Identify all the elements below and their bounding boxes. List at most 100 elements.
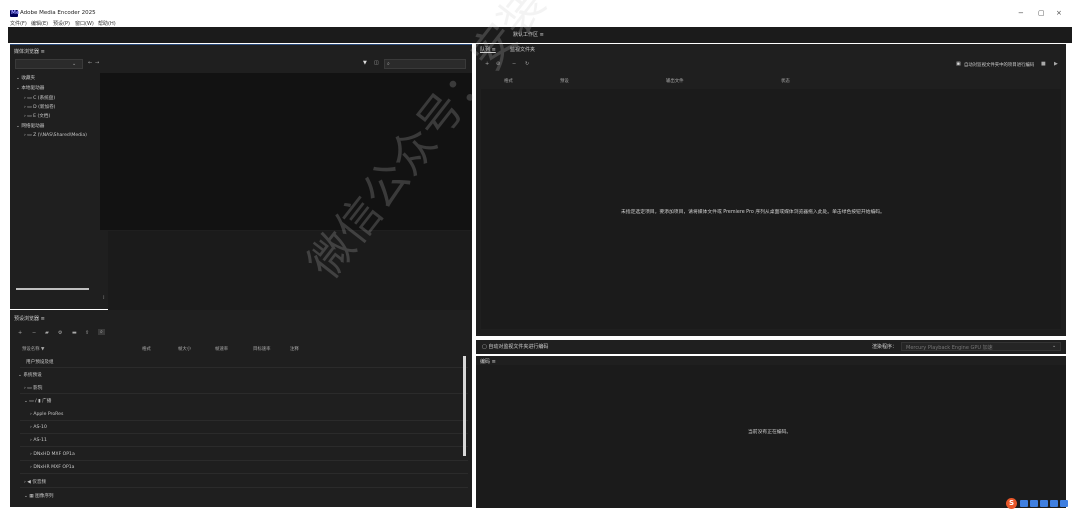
col-preset[interactable]: 预设 (560, 78, 569, 84)
encoding-title[interactable]: 编码 ≡ (480, 358, 496, 365)
chevron-down-icon: ⌄ (72, 61, 77, 67)
list-item[interactable]: › DNxHR MXF OP1a (30, 465, 74, 470)
list-item[interactable]: › Apple ProRes (30, 412, 63, 417)
renderer-select[interactable]: Mercury Playback Engine GPU 加速 ⌄ (901, 342, 1061, 351)
tab-queue[interactable]: 队列 ≡ (480, 46, 496, 53)
row-divider (20, 446, 468, 447)
vertical-scrollbar[interactable] (463, 356, 466, 456)
tree-local-drives[interactable]: ⌄ 本地驱动器 (16, 85, 44, 91)
media-list-area (108, 231, 472, 311)
forward-arrow-icon[interactable]: → (95, 60, 99, 66)
col-format[interactable]: 格式 (504, 78, 513, 84)
menu-preset[interactable]: 预设(P) (53, 20, 70, 27)
col-target-rate[interactable]: 目标速率 (253, 346, 271, 352)
col-status[interactable]: 状态 (781, 78, 790, 84)
location-dropdown[interactable]: ⌄ (15, 59, 83, 69)
col-output-file[interactable]: 输出文件 (666, 78, 684, 84)
encoding-area (476, 365, 1066, 508)
back-arrow-icon[interactable]: ← (88, 60, 92, 66)
menu-bar: 文件(F) 编辑(E) 预设(P) 窗口(W) 帮助(H) (8, 19, 1072, 27)
auto-start-label: 自动对监视文件夹中的项目进行编码 (964, 63, 1035, 68)
list-item[interactable]: › AS-10 (30, 425, 47, 430)
tray-icon[interactable] (1020, 500, 1028, 507)
import-icon[interactable]: ▬ (72, 330, 77, 336)
media-preview-area (100, 73, 472, 230)
list-item[interactable]: 用户预设及组 (26, 359, 54, 365)
workspace-tab[interactable]: 默认工作区 ≡ (513, 31, 544, 38)
remove-preset-icon[interactable]: − (32, 330, 36, 336)
maximize-button[interactable]: ▢ (1038, 9, 1045, 17)
list-item[interactable]: ⌄ 系统预设 (18, 372, 42, 378)
export-icon[interactable]: ⇪ (85, 330, 89, 336)
queue-panel: 队列 ≡ 监视文件夹 + ⊘ − ↻ ▣ 自动对监视文件夹中的项目进行编码 ■ … (476, 44, 1066, 336)
tray-icon[interactable] (1030, 500, 1038, 507)
horizontal-scrollbar[interactable] (16, 288, 89, 290)
menu-window[interactable]: 窗口(W) (75, 20, 94, 27)
tree-favorites[interactable]: ⌄ 收藏夹 (16, 75, 35, 81)
encoding-panel: 编码 ≡ 当前没有正在编码。 (476, 356, 1066, 508)
close-button[interactable]: × (1056, 9, 1062, 17)
list-item[interactable]: ⌄ ▦ 图像序列 (24, 493, 54, 499)
search-icon: ⌕ (387, 61, 390, 67)
search-preset-icon[interactable]: ⌕ (98, 329, 105, 335)
list-item[interactable]: › ◀ 仅音频 (24, 479, 46, 485)
preset-browser-title[interactable]: 预设浏览器 ≡ (14, 315, 45, 322)
chevron-down-icon: ⌄ (1052, 343, 1057, 349)
row-divider (20, 473, 468, 474)
new-group-icon[interactable]: ▰ (45, 330, 49, 336)
folder-tree: ⌄ 收藏夹 ⌄ 本地驱动器 › ▭ C (系统盘) › ▭ D (新加卷) › … (10, 73, 100, 308)
queue-footer: ▢ 自动对监视文件夹进行编码 渲染程序： Mercury Playback En… (476, 340, 1066, 354)
settings-icon[interactable]: ↻ (525, 61, 529, 67)
tree-network-z[interactable]: › ▭ Z (\\NAS\Shared\Media) (24, 133, 87, 138)
stop-icon[interactable]: ■ (1041, 61, 1046, 67)
workspace-bar: 默认工作区 ≡ (8, 27, 1072, 43)
system-tray: S (1006, 498, 1072, 509)
list-item[interactable]: › AS-11 (30, 438, 47, 443)
app-logo-icon: Me (10, 10, 20, 17)
list-item[interactable]: ⌄ ▭ / ▮ 广播 (24, 398, 51, 404)
add-preset-icon[interactable]: + (18, 330, 22, 336)
media-browser-title[interactable]: 媒体浏览器 ≡ (14, 48, 45, 55)
filter-icon[interactable]: ▼ (363, 60, 367, 66)
row-divider (20, 420, 468, 421)
tray-icon[interactable] (1060, 500, 1068, 507)
col-format[interactable]: 格式 (142, 346, 151, 352)
renderer-label: 渲染程序： (872, 344, 898, 350)
minimize-button[interactable]: − (1018, 9, 1024, 17)
auto-encode-checkbox[interactable]: ▢ 自动对监视文件夹进行编码 (482, 343, 548, 350)
resize-handle-icon[interactable]: ⁞ (103, 295, 105, 301)
row-divider (20, 433, 468, 434)
col-frame-rate[interactable]: 帧速率 (215, 346, 228, 352)
col-comment[interactable]: 注释 (290, 346, 299, 352)
tray-icon[interactable] (1050, 500, 1058, 507)
tab-watch-folders[interactable]: 监视文件夹 (510, 46, 535, 53)
col-preset-name[interactable]: 预设名称 ▼ (22, 346, 44, 352)
queue-empty-message: 未指定选定项目。要添加项目，请将媒体文件或 Premiere Pro 序列从桌面… (621, 210, 885, 215)
tree-drive-d[interactable]: › ▭ D (新加卷) (24, 104, 55, 110)
preset-browser-panel: 预设浏览器 ≡ + − ▰ ⚙ ▬ ⇪ ⌕ 预设名称 ▼ 格式 帧大小 帧速率 … (10, 310, 472, 507)
remove-icon[interactable]: − (512, 61, 516, 67)
col-frame-size[interactable]: 帧大小 (178, 346, 191, 352)
tray-icon[interactable] (1040, 500, 1048, 507)
title-bar: Me Adobe Media Encoder 2025 − ▢ × (8, 8, 1072, 19)
list-item[interactable]: › DNxHD MXF OP1a (30, 452, 75, 457)
tree-drive-c[interactable]: › ▭ C (系统盘) (24, 95, 55, 101)
auto-start-checkbox[interactable]: ▣ (956, 61, 961, 67)
add-source-icon[interactable]: + (485, 61, 489, 67)
row-divider (20, 393, 468, 394)
menu-file[interactable]: 文件(F) (10, 20, 27, 27)
duplicate-icon[interactable]: ⊘ (496, 61, 500, 67)
window-title: Adobe Media Encoder 2025 (20, 10, 96, 16)
list-item[interactable]: › ▭ 影院 (24, 385, 42, 391)
menu-edit[interactable]: 编辑(E) (31, 20, 48, 27)
start-queue-icon[interactable]: ▶ (1054, 61, 1058, 67)
settings-icon[interactable]: ⚙ (58, 330, 62, 336)
row-divider (20, 367, 468, 368)
sogou-icon[interactable]: S (1006, 498, 1017, 509)
tree-drive-e[interactable]: › ▭ E (文档) (24, 113, 50, 119)
menu-help[interactable]: 帮助(H) (98, 20, 116, 27)
view-icon[interactable]: ◫ (374, 60, 379, 66)
tree-network-drives[interactable]: ⌄ 网络驱动器 (16, 123, 44, 129)
search-input[interactable]: ⌕ (384, 59, 466, 69)
media-browser-panel: 媒体浏览器 ≡ ⌄ ← → ▼ ◫ ⌕ ⌄ 收藏夹 ⌄ 本地驱动器 › ▭ C … (10, 44, 472, 311)
